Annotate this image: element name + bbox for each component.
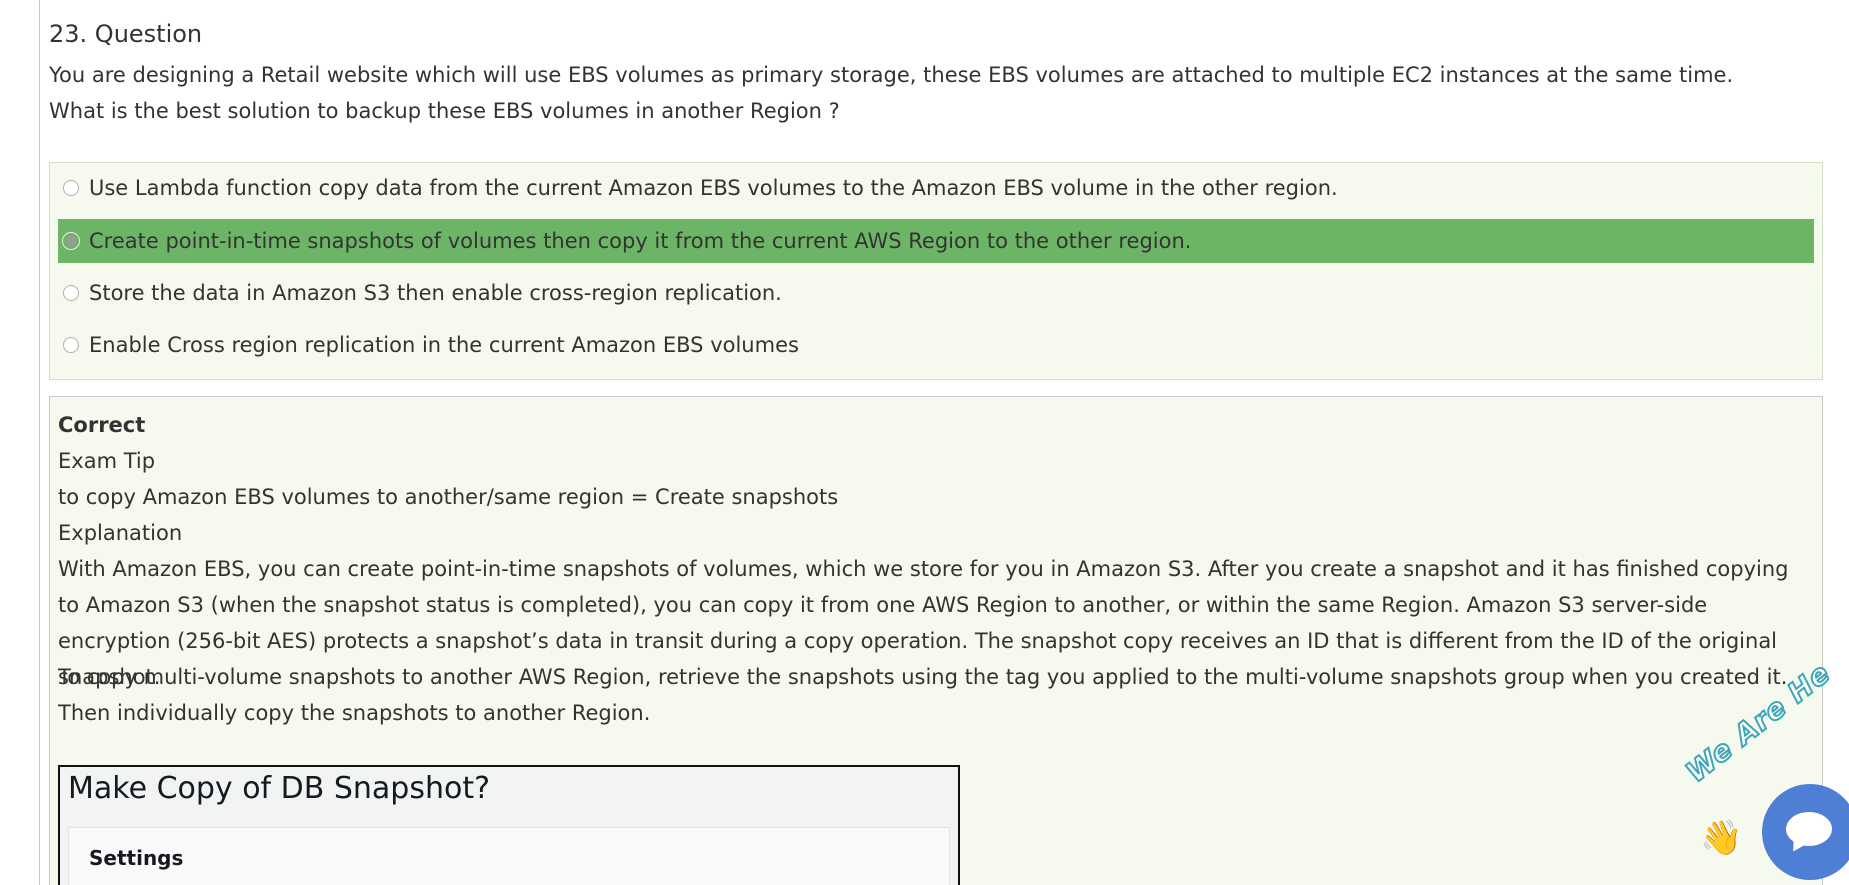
answer-option-label: Store the data in Amazon S3 then enable …: [89, 281, 782, 305]
answer-options: Use Lambda function copy data from the c…: [49, 162, 1823, 380]
question-title: 23. Question: [49, 20, 203, 48]
snapshot-screenshot-image: Make Copy of DB Snapshot? Settings: [58, 765, 960, 885]
radio-icon[interactable]: [63, 337, 79, 353]
answer-option-label: Use Lambda function copy data from the c…: [89, 176, 1338, 200]
explanation-paragraph-2: To copy multi-volume snapshots to anothe…: [58, 665, 1788, 725]
answer-option-label: Enable Cross region replication in the c…: [89, 333, 799, 357]
snapshot-dialog-title: Make Copy of DB Snapshot?: [68, 771, 491, 806]
answer-option-4[interactable]: Enable Cross region replication in the c…: [58, 323, 1814, 367]
exam-tip-text: to copy Amazon EBS volumes to another/sa…: [58, 485, 839, 509]
waving-hand-icon: 👋: [1700, 818, 1743, 858]
explanation-heading: Explanation: [58, 521, 183, 545]
answer-option-label: Create point-in-time snapshots of volume…: [89, 229, 1192, 253]
exam-tip-heading: Exam Tip: [58, 449, 156, 473]
answer-option-1[interactable]: Use Lambda function copy data from the c…: [58, 166, 1814, 210]
chat-widget[interactable]: We Are He 👋: [1679, 655, 1849, 885]
radio-icon[interactable]: [63, 285, 79, 301]
answer-option-3[interactable]: Store the data in Amazon S3 then enable …: [58, 271, 1814, 315]
radio-icon[interactable]: [63, 233, 79, 249]
snapshot-settings-panel: Settings: [68, 827, 950, 885]
answer-option-2[interactable]: Create point-in-time snapshots of volume…: [58, 219, 1814, 263]
result-status: Correct: [58, 413, 146, 437]
snapshot-settings-heading: Settings: [89, 846, 184, 870]
radio-icon[interactable]: [63, 180, 79, 196]
question-text: You are designing a Retail website which…: [49, 57, 1733, 129]
explanation-panel: Correct Exam Tip to copy Amazon EBS volu…: [49, 396, 1823, 885]
chat-bubble-icon[interactable]: [1762, 784, 1849, 880]
question-line-1: You are designing a Retail website which…: [49, 63, 1734, 87]
question-line-2: What is the best solution to backup thes…: [49, 99, 840, 123]
question-frame: 23. Question You are designing a Retail …: [39, 0, 1849, 885]
